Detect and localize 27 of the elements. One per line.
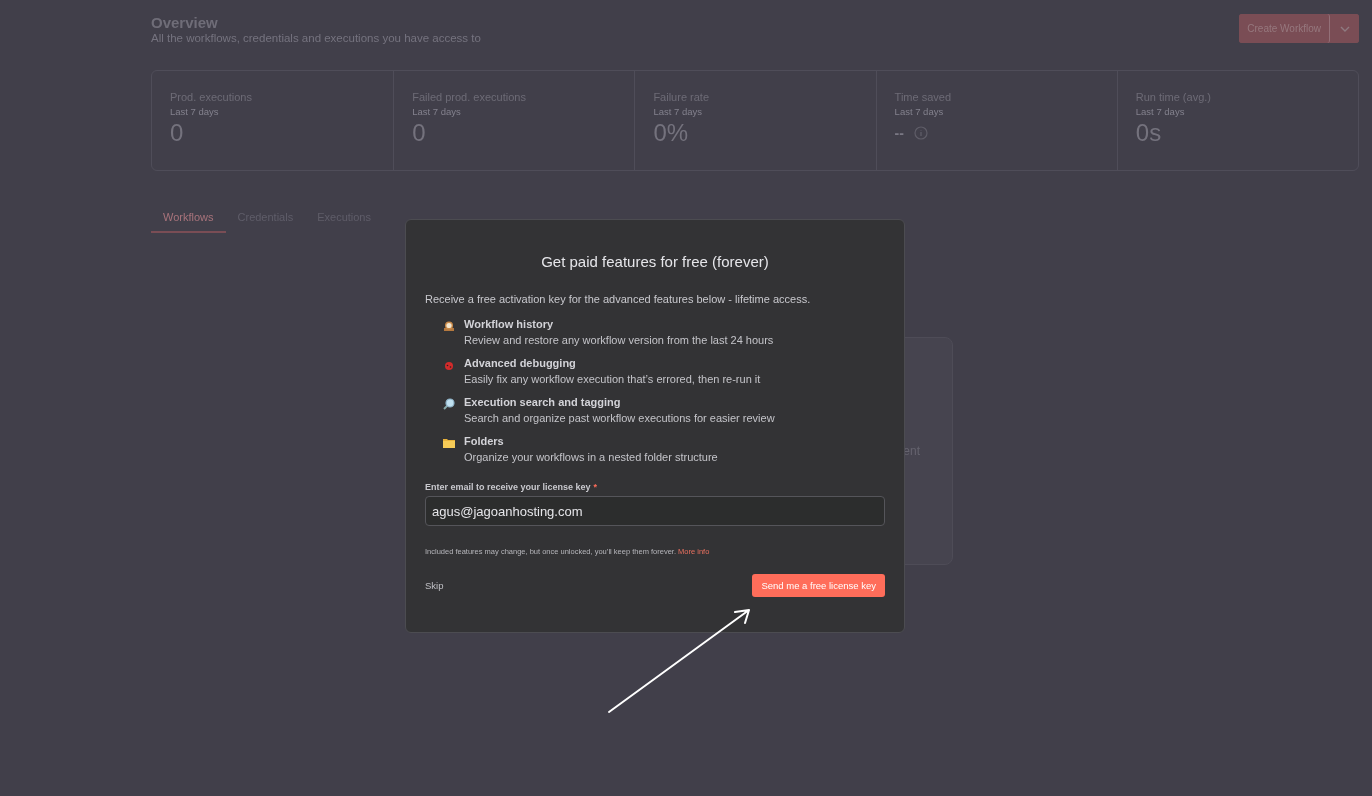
info-icon[interactable] [913, 126, 928, 140]
feature-description: Easily fix any workflow execution that’s errored, then re-run it [464, 373, 761, 385]
folder-icon [443, 437, 455, 448]
feature-description: Review and restore any workflow version from the last 24 hours [464, 334, 774, 346]
feature-title: Workflow history [464, 318, 555, 330]
feature-description: Search and organize past workflow executions for easier review [464, 412, 775, 424]
tab[interactable]: Workflows [151, 207, 226, 233]
ladybug-icon [443, 359, 455, 371]
feature-title: Advanced debugging [464, 357, 577, 369]
magnifier-icon [443, 398, 455, 410]
stat-value: -- [894, 125, 904, 141]
email-field[interactable]: agus@jagoanhosting.com [425, 496, 885, 526]
feature-description: Organize your workflows in a nested folder structure [464, 451, 718, 463]
stat-period: Last 7 days [170, 106, 220, 117]
email-label: Enter email to receive your license key [425, 482, 591, 492]
clock-icon [443, 320, 455, 332]
send-license-key-button[interactable]: Send me a free license key [752, 574, 885, 597]
chevron-down-icon [1339, 25, 1350, 32]
stat-period: Last 7 days [412, 106, 462, 117]
required-mark: * [593, 482, 598, 492]
feature-title: Folders [464, 435, 505, 447]
skip-button[interactable]: Skip [425, 580, 444, 591]
dialog-intro: Receive a free activation key for the advanced features below - lifetime access. [425, 293, 812, 305]
feature-title: Execution search and tagging [464, 396, 622, 408]
stat-period: Last 7 days [1135, 106, 1186, 117]
stat-period: Last 7 days [894, 106, 945, 117]
dialog-title: Get paid features for free (forever) [540, 253, 770, 270]
